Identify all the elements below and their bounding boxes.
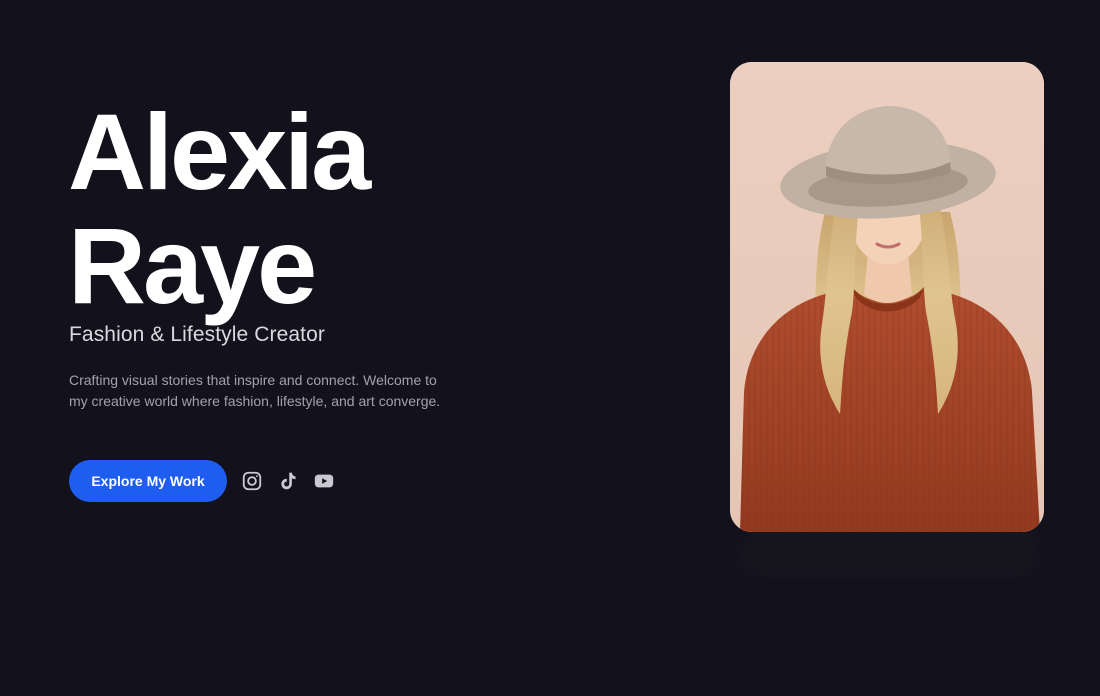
subtitle: Fashion & Lifestyle Creator — [69, 323, 325, 346]
portrait-image — [730, 62, 1044, 532]
instagram-link[interactable] — [240, 469, 264, 493]
social-links — [240, 469, 336, 493]
portrait-shadow — [740, 530, 1040, 576]
name-first: Alexia — [68, 91, 371, 212]
name-last: Raye — [68, 205, 317, 326]
explore-my-work-button[interactable]: Explore My Work — [69, 460, 227, 502]
youtube-icon — [312, 470, 336, 492]
bio-text: Crafting visual stories that inspire and… — [69, 372, 441, 409]
tiktok-icon — [278, 470, 298, 492]
youtube-link[interactable] — [312, 469, 336, 493]
instagram-icon — [241, 470, 263, 492]
hero-section: Alexia Raye Fashion & Lifestyle Creator … — [0, 0, 1100, 696]
tiktok-link[interactable] — [276, 469, 300, 493]
